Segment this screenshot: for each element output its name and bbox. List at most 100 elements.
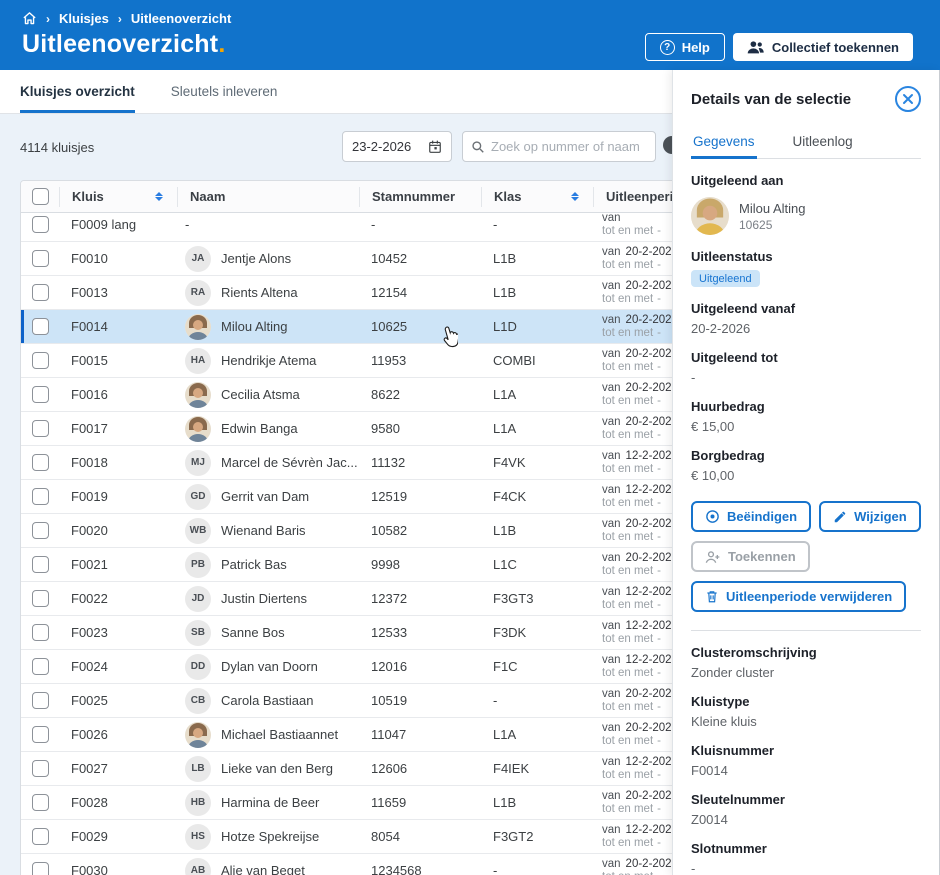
cell-kluis: F0015 — [71, 353, 108, 368]
end-loan-button[interactable]: Beëindigen — [691, 501, 812, 532]
cell-naam: - — [177, 217, 359, 232]
column-header-stamnummer[interactable]: Stamnummer — [359, 186, 481, 207]
cell-naam: SB Sanne Bos — [177, 619, 359, 646]
cell-stamnummer: 10582 — [371, 523, 408, 538]
avatar-initials: AB — [185, 857, 211, 875]
cell-kluis: F0022 — [71, 591, 108, 606]
row-checkbox[interactable] — [31, 420, 49, 437]
edit-button[interactable]: Wijzigen — [819, 501, 921, 532]
cell-klas: F1C — [493, 659, 518, 674]
cell-kluis: F0023 — [71, 625, 108, 640]
field-huurbedrag: Huurbedrag € 15,00 — [691, 399, 765, 434]
close-icon[interactable] — [895, 86, 921, 112]
row-checkbox[interactable] — [31, 522, 49, 539]
panel-tab-uitleenlog[interactable]: Uitleenlog — [791, 130, 855, 158]
delete-loan-period-button[interactable]: Uitleenperiode verwijderen — [691, 581, 907, 612]
row-checkbox[interactable] — [31, 760, 49, 777]
panel-tab-gegevens[interactable]: Gegevens — [691, 130, 757, 159]
column-header-kluis[interactable]: Kluis — [59, 186, 177, 207]
tab-sleutels-inleveren[interactable]: Sleutels inleveren — [171, 70, 278, 113]
cell-kluis: F0016 — [71, 387, 108, 402]
row-checkbox[interactable] — [31, 386, 49, 403]
cell-klas: - — [493, 693, 498, 708]
student-name: Dylan van Doorn — [221, 659, 318, 674]
cell-naam: GD Gerrit van Dam — [177, 483, 359, 510]
student-name: Patrick Bas — [221, 557, 287, 572]
collective-assign-button[interactable]: Collectief toekennen — [732, 33, 913, 61]
student-name: Wienand Baris — [221, 523, 306, 538]
row-checkbox[interactable] — [31, 828, 49, 845]
row-checkbox[interactable] — [31, 488, 49, 505]
cell-stamnummer: 10625 — [371, 319, 408, 334]
avatar-initials: MJ — [185, 449, 211, 476]
avatar-initials: JA — [185, 245, 211, 272]
cell-naam: Edwin Banga — [177, 415, 359, 442]
borrower-name: Milou Alting — [739, 200, 806, 216]
cell-kluis: F0009 lang — [71, 217, 137, 232]
avatar-photo — [185, 721, 211, 748]
row-checkbox[interactable] — [31, 250, 49, 267]
cell-stamnummer: 12519 — [371, 489, 408, 504]
avatar-photo — [185, 415, 211, 442]
search-input[interactable] — [491, 139, 647, 154]
column-header-klas[interactable]: Klas — [481, 186, 593, 207]
cell-stamnummer: 9580 — [371, 421, 400, 436]
row-checkbox[interactable] — [31, 794, 49, 811]
avatar-initials: LB — [185, 755, 211, 782]
date-picker[interactable]: 23-2-2026 — [342, 131, 452, 162]
student-name: Sanne Bos — [221, 625, 285, 640]
cell-naam: Milou Alting — [177, 313, 359, 340]
cell-naam: JD Justin Diertens — [177, 585, 359, 612]
row-checkbox[interactable] — [31, 590, 49, 607]
sort-icon[interactable] — [155, 192, 163, 201]
student-name: Rients Altena — [221, 285, 298, 300]
cell-naam: CB Carola Bastiaan — [177, 687, 359, 714]
home-icon[interactable] — [22, 11, 37, 26]
cell-naam: PB Patrick Bas — [177, 551, 359, 578]
column-header-naam[interactable]: Naam — [177, 186, 359, 207]
result-count: 4114 kluisjes — [20, 140, 95, 155]
row-checkbox[interactable] — [31, 216, 49, 233]
row-checkbox[interactable] — [31, 318, 49, 335]
cell-stamnummer: 12372 — [371, 591, 408, 606]
row-checkbox[interactable] — [31, 862, 49, 875]
student-name: Hendrikje Atema — [221, 353, 317, 368]
student-name: Edwin Banga — [221, 421, 298, 436]
avatar — [691, 197, 729, 235]
cell-klas: L1B — [493, 285, 517, 300]
cell-stamnummer: 8054 — [371, 829, 400, 844]
people-icon — [747, 40, 764, 54]
select-all-checkbox[interactable] — [31, 188, 49, 205]
row-checkbox[interactable] — [31, 726, 49, 743]
cell-kluis: F0020 — [71, 523, 108, 538]
cell-klas: L1D — [493, 319, 517, 334]
row-checkbox[interactable] — [31, 658, 49, 675]
avatar-initials: GD — [185, 483, 211, 510]
sort-icon[interactable] — [571, 192, 579, 201]
cell-stamnummer: 8622 — [371, 387, 400, 402]
cell-naam: HA Hendrikje Atema — [177, 347, 359, 374]
row-checkbox[interactable] — [31, 284, 49, 301]
cell-stamnummer: 1234568 — [371, 863, 422, 875]
cell-klas: F4IEK — [493, 761, 530, 776]
breadcrumb-current: Uitleenoverzicht — [130, 11, 232, 26]
row-checkbox[interactable] — [31, 624, 49, 641]
student-name: Carola Bastiaan — [221, 693, 314, 708]
cell-kluis: F0014 — [71, 319, 108, 334]
cell-stamnummer: 9998 — [371, 557, 400, 572]
cell-klas: F3GT2 — [493, 829, 534, 844]
tab-kluisjes-overzicht[interactable]: Kluisjes overzicht — [20, 70, 135, 113]
cell-klas: F3GT3 — [493, 591, 534, 606]
row-checkbox[interactable] — [31, 352, 49, 369]
cell-naam: MJ Marcel de Sévrèn Jac... — [177, 449, 359, 476]
row-checkbox[interactable] — [31, 692, 49, 709]
calendar-icon — [428, 139, 442, 154]
student-name: Harmina de Beer — [221, 795, 320, 810]
cell-stamnummer: 10519 — [371, 693, 408, 708]
breadcrumb-separator: › — [46, 11, 50, 26]
field-kluisnummer: Kluisnummer F0014 — [691, 743, 775, 778]
help-button[interactable]: ? Help — [644, 33, 725, 61]
breadcrumb-link-kluisjes[interactable]: Kluisjes — [59, 11, 109, 26]
row-checkbox[interactable] — [31, 556, 49, 573]
row-checkbox[interactable] — [31, 454, 49, 471]
